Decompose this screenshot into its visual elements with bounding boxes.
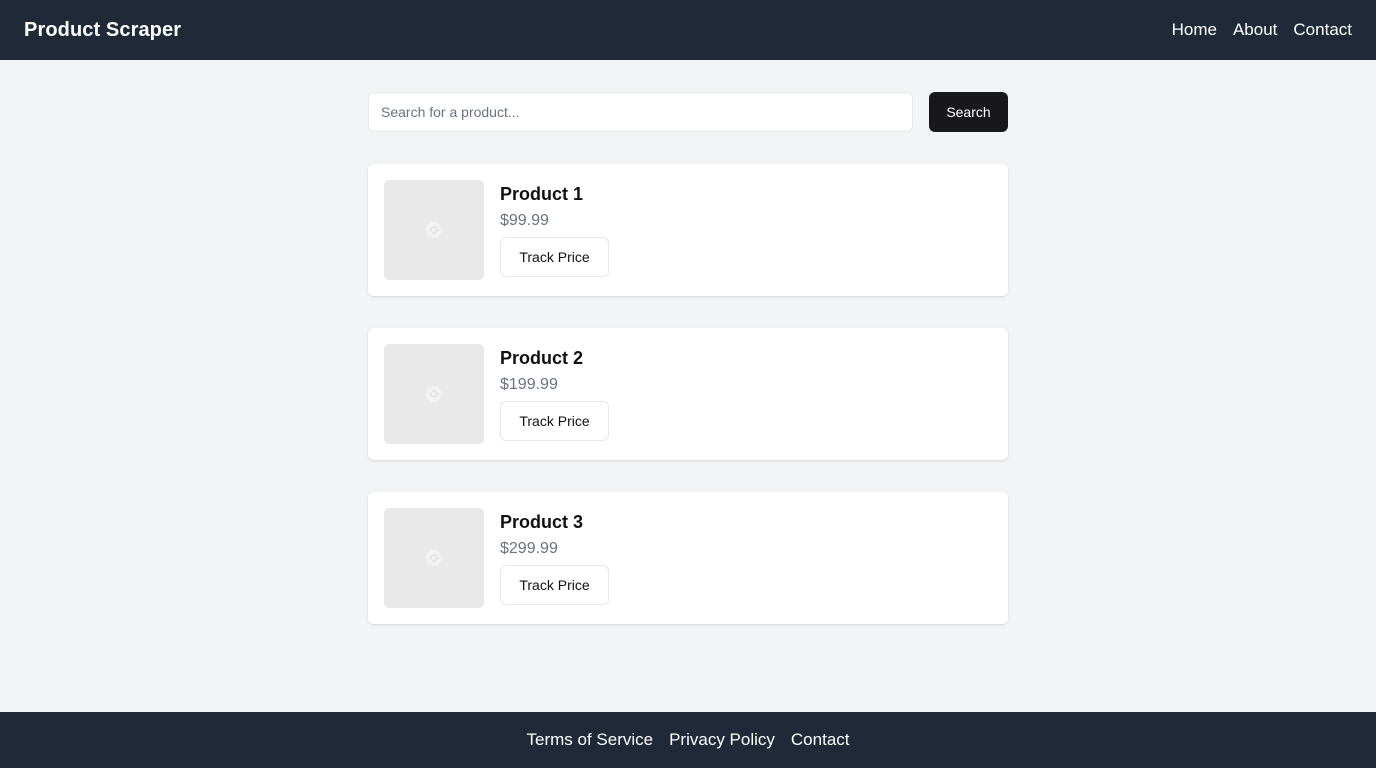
page: Product Scraper Home About Contact Searc… <box>0 0 1376 768</box>
nav-link-contact[interactable]: Contact <box>1293 20 1352 40</box>
product-image <box>384 508 484 608</box>
image-placeholder-icon <box>426 386 442 402</box>
product-name: Product 3 <box>500 512 584 532</box>
track-price-button[interactable]: Track Price <box>500 401 609 441</box>
main-content: Search Product 1 $99.99 Track Price <box>368 92 1008 624</box>
product-price: $299.99 <box>500 540 558 557</box>
product-info: Product 3 $299.99 Track Price <box>500 508 609 608</box>
search-bar: Search <box>368 92 1008 132</box>
footer-link-terms[interactable]: Terms of Service <box>527 730 654 750</box>
product-image <box>384 180 484 280</box>
search-button[interactable]: Search <box>929 92 1008 132</box>
footer-link-privacy[interactable]: Privacy Policy <box>669 730 775 750</box>
product-card: Product 1 $99.99 Track Price <box>368 164 1008 296</box>
footer: Terms of Service Privacy Policy Contact <box>0 712 1376 768</box>
main-nav: Home About Contact <box>1172 20 1352 40</box>
product-info: Product 2 $199.99 Track Price <box>500 344 609 444</box>
product-card: Product 3 $299.99 Track Price <box>368 492 1008 624</box>
image-placeholder-icon <box>426 550 442 566</box>
app-title: Product Scraper <box>24 18 182 41</box>
track-price-button[interactable]: Track Price <box>500 237 609 277</box>
nav-link-about[interactable]: About <box>1233 20 1277 40</box>
product-name: Product 1 <box>500 184 584 204</box>
top-navbar: Product Scraper Home About Contact <box>0 0 1376 60</box>
product-price: $99.99 <box>500 212 549 229</box>
product-card: Product 2 $199.99 Track Price <box>368 328 1008 460</box>
product-price: $199.99 <box>500 376 558 393</box>
product-list: Product 1 $99.99 Track Price Product 2 $… <box>368 164 1008 624</box>
product-image <box>384 344 484 444</box>
nav-link-home[interactable]: Home <box>1172 20 1217 40</box>
search-input[interactable] <box>368 92 913 132</box>
product-info: Product 1 $99.99 Track Price <box>500 180 609 280</box>
image-placeholder-icon <box>426 222 442 238</box>
product-name: Product 2 <box>500 348 584 368</box>
track-price-button[interactable]: Track Price <box>500 565 609 605</box>
footer-link-contact[interactable]: Contact <box>791 730 850 750</box>
